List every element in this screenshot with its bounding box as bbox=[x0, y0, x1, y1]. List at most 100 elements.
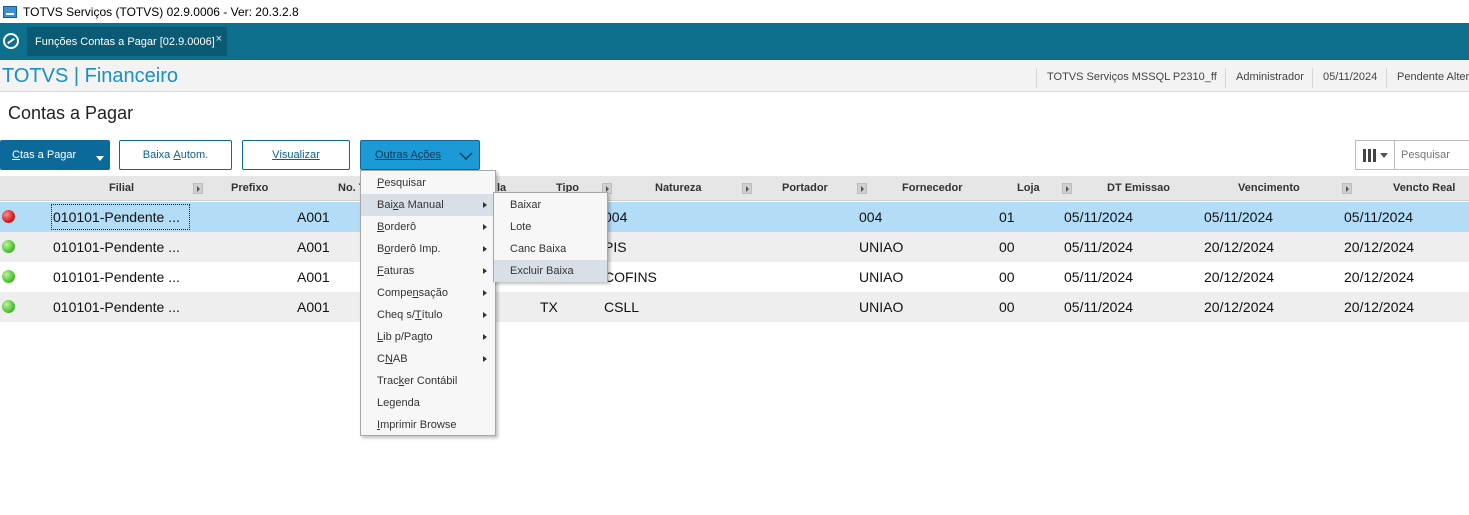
menu-item-mnemonic: N bbox=[384, 353, 393, 365]
cell-dt-emissao[interactable]: 05/11/2024 bbox=[1064, 209, 1133, 225]
menu-item-cheq-titulo[interactable]: Cheq s/Título bbox=[361, 304, 495, 326]
table-row[interactable]: 010101-Pendente ... A001 COFINS UNIAO 00… bbox=[0, 262, 1469, 292]
cell-loja[interactable]: 00 bbox=[999, 269, 1015, 285]
cell-prefixo[interactable]: A001 bbox=[297, 299, 330, 315]
visualizar-button[interactable]: Visualizar bbox=[242, 140, 350, 170]
col-natureza[interactable]: Natureza bbox=[655, 182, 701, 194]
cell-vencimento[interactable]: 20/12/2024 bbox=[1204, 269, 1274, 285]
col-vencimento-sort-icon[interactable] bbox=[1342, 183, 1352, 194]
menu-item-baixa-manual[interactable]: Baixa Manual bbox=[361, 194, 495, 216]
menu-item-tracker-contabil[interactable]: Tracker Contábil bbox=[361, 370, 495, 392]
submenu-item-lote[interactable]: Lote bbox=[494, 216, 607, 238]
date-label[interactable]: 05/11/2024 bbox=[1312, 68, 1377, 88]
col-portador-sort-icon[interactable] bbox=[857, 183, 867, 194]
cell-dt-emissao[interactable]: 05/11/2024 bbox=[1064, 299, 1133, 315]
menu-item-bordero-imp[interactable]: Borderô Imp. bbox=[361, 238, 495, 260]
cell-natureza[interactable]: CSLL bbox=[604, 299, 639, 315]
cell-loja[interactable]: 00 bbox=[999, 239, 1015, 255]
outras-acoes-menu: Pesquisar Baixa Manual Borderô Borderô I… bbox=[360, 170, 496, 436]
submenu-item-baixar[interactable]: Baixar bbox=[494, 194, 607, 216]
cell-fornecedor[interactable]: UNIAO bbox=[859, 269, 903, 285]
cell-tipo[interactable]: TX bbox=[540, 299, 558, 315]
col-fornecedor[interactable]: Fornecedor bbox=[902, 182, 963, 194]
environment-label[interactable]: TOTVS Serviços MSSQL P2310_ff bbox=[1036, 68, 1217, 88]
menu-item-pesquisar[interactable]: Pesquisar bbox=[361, 172, 495, 194]
cell-vencto-real[interactable]: 20/12/2024 bbox=[1344, 239, 1414, 255]
branch-label[interactable]: Pendente Altera bbox=[1386, 68, 1469, 88]
tab-funcoes-contas-pagar[interactable]: Funções Contas a Pagar [02.9.0006] × bbox=[27, 27, 227, 56]
ctas-dropdown-icon[interactable] bbox=[96, 156, 104, 161]
visualizar-mnemonic: V bbox=[272, 149, 280, 161]
cell-fornecedor[interactable]: 004 bbox=[859, 209, 882, 225]
col-loja[interactable]: Loja bbox=[1017, 182, 1040, 194]
totvs-logo-icon[interactable] bbox=[3, 33, 19, 49]
cell-vencto-real[interactable]: 20/12/2024 bbox=[1344, 299, 1414, 315]
menu-item-legenda[interactable]: Legenda bbox=[361, 392, 495, 414]
submenu-arrow-icon bbox=[483, 224, 487, 230]
menu-item-mnemonic: T bbox=[414, 309, 422, 321]
cell-prefixo[interactable]: A001 bbox=[297, 269, 330, 285]
submenu-arrow-icon bbox=[483, 202, 487, 208]
cell-dt-emissao[interactable]: 05/11/2024 bbox=[1064, 269, 1133, 285]
cell-filial[interactable]: 010101-Pendente ... bbox=[53, 239, 180, 255]
ctas-a-pagar-button[interactable]: Ctas a Pagar bbox=[0, 140, 110, 170]
col-loja-sort-icon[interactable] bbox=[1062, 183, 1072, 194]
tab-label: Funções Contas a Pagar [02.9.0006] bbox=[35, 35, 215, 48]
cell-prefixo[interactable]: A001 bbox=[297, 239, 330, 255]
table-row[interactable]: 010101-Pendente ... A001 004 004 01 05/1… bbox=[0, 202, 1469, 232]
cell-fornecedor[interactable]: UNIAO bbox=[859, 239, 903, 255]
user-label[interactable]: Administrador bbox=[1225, 68, 1304, 88]
menu-item-lib-pagto[interactable]: Lib p/Pagto bbox=[361, 326, 495, 348]
cell-filial[interactable]: 010101-Pendente ... bbox=[53, 269, 180, 285]
cell-dt-emissao[interactable]: 05/11/2024 bbox=[1064, 239, 1133, 255]
menu-item-text: Le bbox=[377, 397, 390, 409]
cell-loja[interactable]: 00 bbox=[999, 299, 1015, 315]
column-view-toggle[interactable] bbox=[1355, 140, 1395, 170]
cell-natureza[interactable]: COFINS bbox=[604, 269, 657, 285]
module-brand: TOTVS | Financeiro bbox=[2, 65, 178, 87]
col-natureza-sort-icon[interactable] bbox=[742, 183, 752, 194]
caret-down-icon bbox=[1379, 152, 1388, 158]
submenu-arrow-icon bbox=[483, 356, 487, 362]
cell-filial[interactable]: 010101-Pendente ... bbox=[53, 209, 180, 225]
cell-vencto-real[interactable]: 20/12/2024 bbox=[1344, 269, 1414, 285]
menu-item-imprimir-browse[interactable]: Imprimir Browse bbox=[361, 414, 495, 436]
baixa-label-pre: Baixa bbox=[142, 149, 171, 161]
submenu-item-excluir-baixa[interactable]: Excluir Baixa bbox=[494, 260, 607, 282]
menu-item-text: aturas bbox=[383, 265, 415, 277]
submenu-arrow-icon bbox=[483, 334, 487, 340]
col-vencimento[interactable]: Vencimento bbox=[1238, 182, 1300, 194]
search-input[interactable] bbox=[1395, 140, 1469, 170]
grid-header: Filial Prefixo No. T la Tipo Natureza Po… bbox=[0, 176, 1469, 201]
col-portador[interactable]: Portador bbox=[782, 182, 828, 194]
col-filial[interactable]: Filial bbox=[109, 182, 134, 194]
col-vencto-real[interactable]: Vencto Real bbox=[1393, 182, 1455, 194]
col-prefixo[interactable]: Prefixo bbox=[231, 182, 268, 194]
cell-vencimento[interactable]: 20/12/2024 bbox=[1204, 299, 1274, 315]
baixa-autom-button[interactable]: Baixa Autom. bbox=[119, 140, 232, 170]
chevron-down-icon bbox=[459, 152, 473, 160]
cell-vencimento[interactable]: 05/11/2024 bbox=[1204, 209, 1273, 225]
menu-item-compensacao[interactable]: Compensação bbox=[361, 282, 495, 304]
outras-acoes-button[interactable]: Outras Ações bbox=[360, 140, 480, 170]
menu-item-faturas[interactable]: Faturas bbox=[361, 260, 495, 282]
cell-vencimento[interactable]: 20/12/2024 bbox=[1204, 239, 1274, 255]
col-dt-emissao[interactable]: DT Emissao bbox=[1107, 182, 1170, 194]
table-row[interactable]: 010101-Pendente ... A001 TX CSLL UNIAO 0… bbox=[0, 292, 1469, 322]
menu-item-cnab[interactable]: CNAB bbox=[361, 348, 495, 370]
window-title: TOTVS Serviços (TOTVS) 02.9.0006 - Ver: … bbox=[23, 4, 299, 19]
menu-item-bordero[interactable]: Borderô bbox=[361, 216, 495, 238]
cell-fornecedor[interactable]: UNIAO bbox=[859, 299, 903, 315]
close-tab-icon[interactable]: × bbox=[216, 33, 222, 45]
ctas-mnemonic: C bbox=[12, 149, 20, 161]
table-row[interactable]: 010101-Pendente ... A001 PIS UNIAO 00 05… bbox=[0, 232, 1469, 262]
tab-bar: Funções Contas a Pagar [02.9.0006] × bbox=[0, 23, 1469, 60]
col-filial-sort-icon[interactable] bbox=[193, 183, 203, 194]
cell-filial[interactable]: 010101-Pendente ... bbox=[53, 299, 180, 315]
cell-prefixo[interactable]: A001 bbox=[297, 209, 330, 225]
cell-loja[interactable]: 01 bbox=[999, 209, 1015, 225]
menu-item-text: ítulo bbox=[421, 309, 443, 321]
cell-vencto-real[interactable]: 05/11/2024 bbox=[1344, 209, 1413, 225]
menu-item-text: mprimir Browse bbox=[380, 419, 457, 431]
submenu-item-canc-baixa[interactable]: Canc Baixa bbox=[494, 238, 607, 260]
